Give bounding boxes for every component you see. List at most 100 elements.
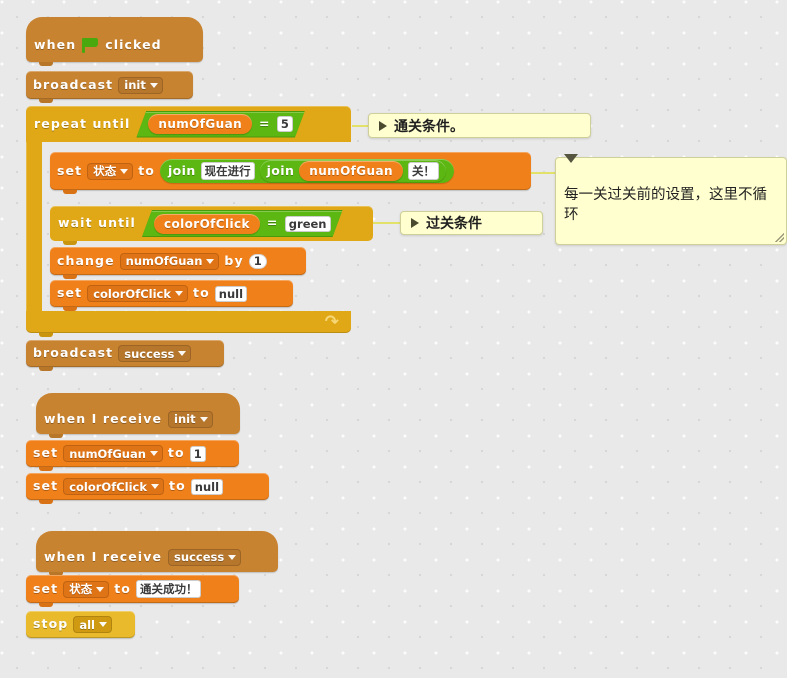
block-notch (63, 190, 77, 194)
set-label: set (57, 162, 83, 178)
comment-text: 每一关过关前的设置，这里不循环 (564, 187, 767, 223)
receive-message-value: init (174, 412, 196, 426)
set-status-variable-dropdown[interactable]: 状态 (63, 580, 110, 598)
comment-pass-condition[interactable]: 通关条件。 (368, 113, 591, 138)
set-label: set (57, 285, 83, 301)
set-colorofclick-variable-dropdown[interactable]: colorOfClick (87, 285, 189, 302)
chevron-down-icon (120, 168, 129, 174)
comment-expand-triangle-icon[interactable] (379, 120, 387, 131)
block-notch (39, 467, 53, 471)
wait-until-label: wait until (58, 215, 136, 231)
set-status-value-field[interactable]: 通关成功！ (135, 580, 202, 598)
block-change-numofguan[interactable]: change numOfGuan by 1 (50, 247, 306, 279)
variable-numofguan-label: numOfGuan (309, 164, 393, 178)
block-wait-until[interactable]: wait until colorOfClick = green (50, 206, 373, 245)
block-when-flag-clicked[interactable]: when clicked (26, 17, 203, 66)
stop-option-dropdown[interactable]: all (73, 616, 113, 633)
block-set-numofguan-1[interactable]: set numOfGuan to 1 (26, 440, 239, 471)
set-colorofclick-variable-value: colorOfClick (69, 479, 148, 494)
operator-join-inner[interactable]: join numOfGuan 关！ (259, 160, 446, 182)
stop-option-value: all (79, 617, 96, 632)
set-status-variable-value: 状态 (69, 582, 93, 596)
block-set-status-success[interactable]: set 状态 to 通关成功！ (26, 575, 239, 607)
receive-message-dropdown[interactable]: success (168, 548, 242, 566)
join-outer-label: join (167, 162, 196, 178)
repeat-condition-hex-wrapper: numOfGuan = 5 (136, 111, 305, 138)
chevron-down-icon (99, 622, 108, 627)
chevron-down-icon (206, 258, 215, 264)
block-when-i-receive-init[interactable]: when I receive init (36, 393, 240, 438)
comment-collapse-triangle-icon[interactable] (564, 154, 578, 182)
when-i-receive-label: when I receive (44, 410, 163, 426)
comment-per-level-setup[interactable]: 每一关过关前的设置，这里不循环 (555, 154, 787, 245)
set-numofguan-variable-value: numOfGuan (69, 446, 146, 461)
join-inner-text-field[interactable]: 关！ (407, 162, 439, 180)
block-notch (63, 241, 77, 245)
variable-colorofclick-label: colorOfClick (163, 216, 250, 231)
receive-message-value: success (174, 550, 225, 564)
block-notch (39, 500, 53, 504)
chevron-down-icon (149, 451, 158, 456)
operator-equals-numofguan[interactable]: numOfGuan = 5 (136, 112, 305, 137)
set-numofguan-variable-dropdown[interactable]: numOfGuan (63, 445, 163, 462)
equals-operator-symbol: = (266, 215, 278, 231)
c-block-left-arm (26, 142, 42, 311)
join-outer-text-field[interactable]: 现在进行 (200, 162, 255, 180)
block-notch (63, 275, 77, 279)
set-status-variable-dropdown[interactable]: 状态 (87, 162, 134, 180)
wait-condition-value-field[interactable]: green (285, 216, 331, 232)
repeat-condition-value-field[interactable]: 5 (277, 116, 293, 132)
to-label: to (169, 478, 186, 494)
by-label: by (224, 252, 244, 268)
comment-clear-condition[interactable]: 过关条件 (400, 211, 543, 235)
block-notch (39, 333, 53, 337)
set-colorofclick-variable-dropdown[interactable]: colorOfClick (63, 478, 165, 495)
broadcast-success-dropdown[interactable]: success (118, 345, 192, 362)
set-numofguan-value-field[interactable]: 1 (189, 445, 206, 462)
change-variable-dropdown[interactable]: numOfGuan (119, 252, 220, 270)
script-canvas[interactable]: when clicked broadcast init repeat until… (0, 0, 787, 678)
when-label: when (34, 36, 77, 52)
comment-text: 通关条件。 (394, 118, 464, 135)
block-set-colorofclick-init[interactable]: set colorOfClick to null (26, 473, 269, 504)
when-i-receive-label: when I receive (44, 548, 163, 564)
clicked-label: clicked (105, 36, 162, 52)
comment-expand-triangle-icon[interactable] (411, 218, 419, 228)
block-notch (63, 307, 77, 311)
block-set-colorofclick-null[interactable]: set colorOfClick to null (50, 280, 293, 311)
variable-numofguan-reporter[interactable]: numOfGuan (299, 161, 403, 181)
set-colorofclick-value-field[interactable]: null (214, 285, 248, 302)
operator-join-outer[interactable]: join 现在进行 join numOfGuan 关！ (159, 159, 454, 183)
block-broadcast-init[interactable]: broadcast init (26, 71, 193, 103)
change-amount-field[interactable]: 1 (248, 253, 267, 269)
to-label: to (138, 162, 155, 178)
chevron-down-icon (178, 351, 187, 356)
block-set-status-join[interactable]: set 状态 to join 现在进行 join numOfGuan 关！ (50, 152, 531, 194)
chevron-down-icon (175, 291, 184, 296)
chevron-down-icon (228, 554, 237, 560)
green-flag-icon (82, 37, 99, 53)
chevron-down-icon (199, 416, 208, 422)
set-label: set (33, 478, 59, 494)
variable-numofguan-label: numOfGuan (158, 117, 243, 131)
variable-numofguan-reporter[interactable]: numOfGuan (148, 114, 252, 134)
operator-equals-colorofclick[interactable]: colorOfClick = green (142, 211, 343, 236)
block-notch (39, 62, 53, 66)
variable-colorofclick-reporter[interactable]: colorOfClick (154, 214, 260, 234)
set-label: set (33, 445, 59, 461)
receive-message-dropdown[interactable]: init (168, 410, 213, 428)
loop-arrow-icon: ↷ (324, 312, 339, 332)
broadcast-message-dropdown[interactable]: init (118, 76, 163, 94)
comment-connector-line (373, 222, 401, 224)
hat-body: when I receive success (36, 542, 278, 572)
repeat-until-label: repeat until (34, 115, 131, 131)
block-broadcast-success[interactable]: broadcast success (26, 340, 224, 371)
set-colorofclick-value-field[interactable]: null (190, 478, 224, 495)
block-repeat-until[interactable]: repeat until numOfGuan = 5 (26, 106, 351, 142)
broadcast-label: broadcast (33, 345, 114, 361)
broadcast-label: broadcast (33, 76, 114, 92)
comment-resize-handle[interactable] (775, 233, 784, 242)
block-stop-all[interactable]: stop all (26, 611, 135, 638)
block-when-i-receive-success[interactable]: when I receive success (36, 531, 278, 576)
block-notch (39, 99, 53, 103)
